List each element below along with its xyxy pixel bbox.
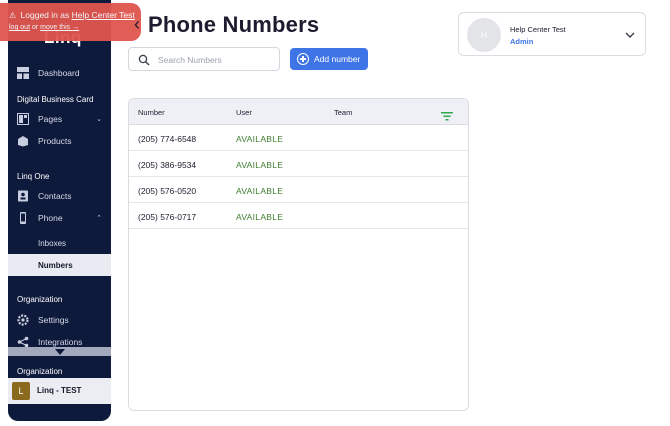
search-icon xyxy=(138,53,150,66)
sidebar-item-label: Dashboard xyxy=(38,68,80,78)
user-menu[interactable]: H Help Center Test Admin xyxy=(458,12,646,56)
user-status: AVAILABLE xyxy=(236,160,284,170)
table-row[interactable]: (205) 576-0520 AVAILABLE xyxy=(129,177,468,203)
organization-switcher-label: Organization xyxy=(17,367,63,376)
banner-line-2: log out or move this → xyxy=(9,24,79,31)
table-row[interactable]: (205) 774-6548 AVAILABLE xyxy=(129,125,468,151)
phone-number: (205) 576-0717 xyxy=(138,212,197,222)
section-digital-business-card: Digital Business Card xyxy=(17,95,94,104)
sidebar-item-contacts[interactable]: Contacts xyxy=(8,185,111,207)
sidebar-item-label: Products xyxy=(38,136,72,146)
organization-name: Linq - TEST xyxy=(37,386,82,395)
sidebar-item-phone[interactable]: Phone ⌃ xyxy=(8,207,111,229)
user-status: AVAILABLE xyxy=(236,186,284,196)
sidebar-item-label: Pages xyxy=(38,114,63,124)
avatar: H xyxy=(467,18,501,52)
logout-link[interactable]: log out xyxy=(9,24,30,31)
back-chevron-icon[interactable]: ‹ xyxy=(134,14,140,35)
move-banner-link[interactable]: move this → xyxy=(40,24,79,31)
products-icon xyxy=(17,135,29,147)
chevron-up-icon: ⌃ xyxy=(96,215,102,222)
chevron-down-icon: ⌄ xyxy=(96,116,102,123)
scroll-down-icon[interactable] xyxy=(55,349,65,355)
section-organization: Organization xyxy=(17,295,63,304)
phone-number: (205) 774-6548 xyxy=(138,134,197,144)
phone-icon xyxy=(17,212,29,224)
column-header-team[interactable]: Team xyxy=(334,108,352,117)
user-status: AVAILABLE xyxy=(236,134,284,144)
table-row[interactable]: (205) 386-9534 AVAILABLE xyxy=(129,151,468,177)
sidebar-item-dashboard[interactable]: Dashboard xyxy=(8,62,111,84)
sidebar-item-label: Phone xyxy=(38,213,63,223)
warning-icon: ⚠ xyxy=(9,11,17,20)
add-number-label: Add number xyxy=(314,54,361,64)
user-name: Help Center Test xyxy=(510,25,566,34)
banner-user-link[interactable]: Help Center Test xyxy=(72,10,135,20)
chevron-down-icon xyxy=(624,28,636,40)
banner-prefix: Logged in as xyxy=(20,10,70,20)
page-title: Phone Numbers xyxy=(148,12,320,37)
sidebar-item-pages[interactable]: Pages ⌄ xyxy=(8,108,111,130)
phone-numbers-table: Number User Team (205) 774-6548 AVAILABL… xyxy=(128,98,469,411)
sidebar-item-settings[interactable]: Settings xyxy=(8,309,111,331)
gear-icon xyxy=(17,314,29,326)
search-input[interactable] xyxy=(158,51,276,68)
section-linq-one: Linq One xyxy=(17,172,50,181)
sidebar-item-label: Contacts xyxy=(38,191,72,201)
add-number-button[interactable]: Add number xyxy=(290,48,368,70)
column-header-number[interactable]: Number xyxy=(138,108,165,117)
organization-switcher[interactable]: L Linq - TEST xyxy=(8,378,111,404)
phone-number: (205) 386-9534 xyxy=(138,160,197,170)
sidebar: Linq Dashboard Digital Business Card Pag… xyxy=(8,0,111,421)
user-status: AVAILABLE xyxy=(236,212,284,222)
sidebar-item-label: Integrations xyxy=(38,337,83,347)
sidebar-item-label: Settings xyxy=(38,315,69,325)
sidebar-item-products[interactable]: Products xyxy=(8,130,111,152)
user-role: Admin xyxy=(510,37,534,46)
column-header-user[interactable]: User xyxy=(236,108,252,117)
plus-circle-icon xyxy=(297,53,309,65)
filter-icon[interactable] xyxy=(441,108,453,121)
pages-icon xyxy=(17,113,29,125)
phone-number: (205) 576-0520 xyxy=(138,186,197,196)
banner-line-1: ⚠ Logged in as Help Center Test xyxy=(9,10,135,20)
table-header: Number User Team xyxy=(129,99,468,125)
impersonation-banner: ⚠ Logged in as Help Center Test log out … xyxy=(0,3,141,41)
search-box[interactable] xyxy=(128,47,280,71)
organization-avatar: L xyxy=(12,382,30,400)
table-row[interactable]: (205) 576-0717 AVAILABLE xyxy=(129,203,468,229)
sidebar-item-numbers[interactable]: Numbers xyxy=(8,254,111,276)
sidebar-item-inboxes[interactable]: Inboxes xyxy=(8,232,111,254)
contacts-icon xyxy=(17,190,29,202)
banner-or-text: or xyxy=(31,24,39,31)
dashboard-icon xyxy=(17,67,29,79)
